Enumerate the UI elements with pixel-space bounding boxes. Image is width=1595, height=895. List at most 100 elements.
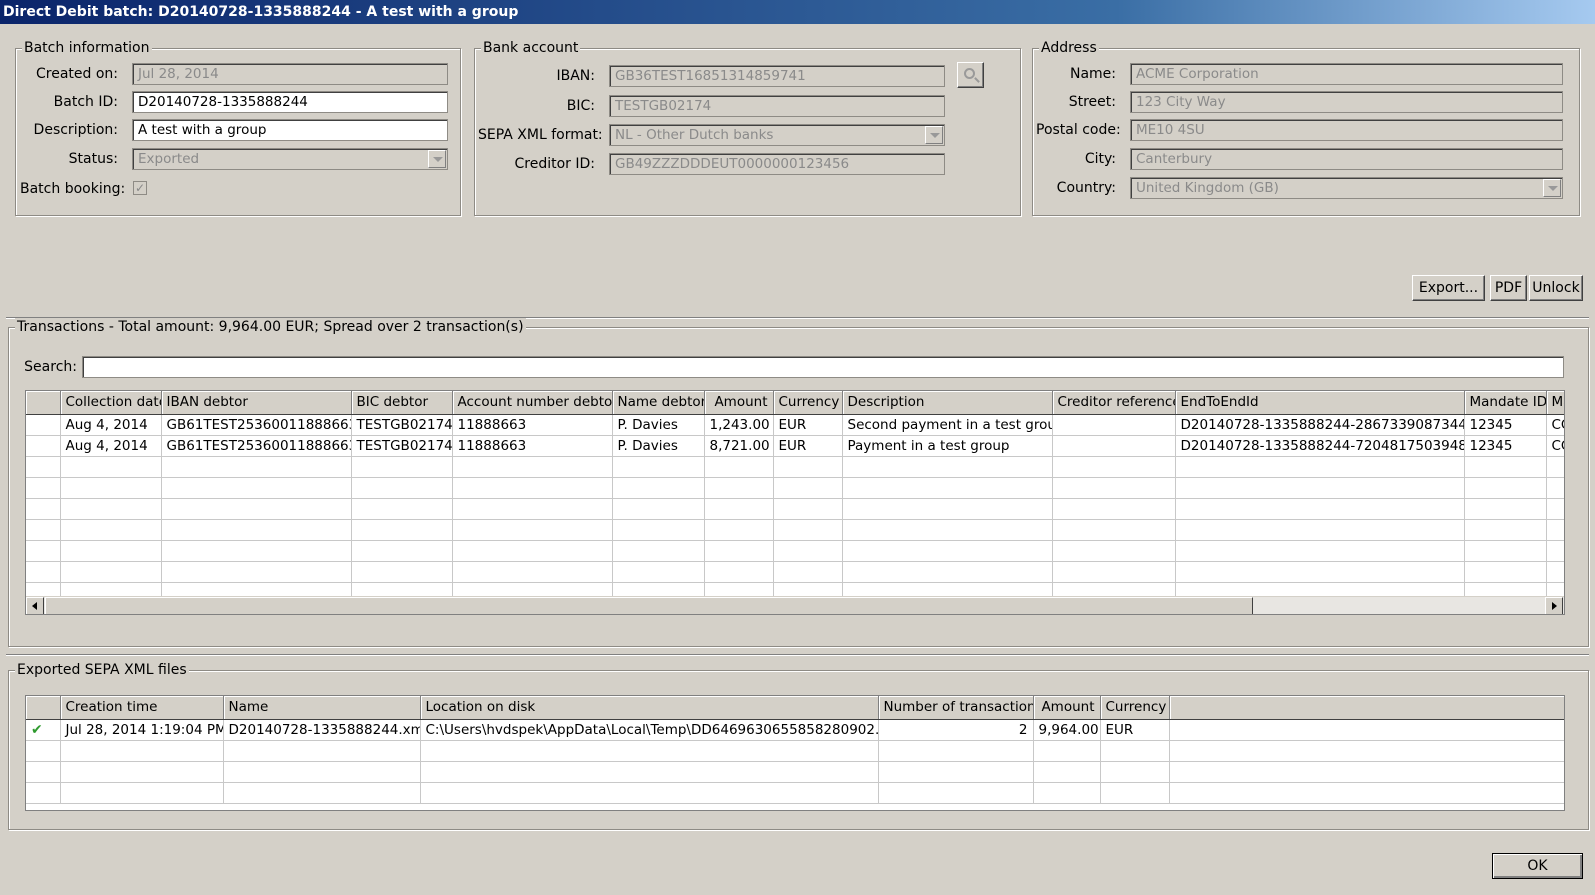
- transactions-header-row: Collection date IBAN debtor BIC debtor A…: [26, 391, 1564, 415]
- cell-name-debtor: P. Davies: [612, 435, 705, 457]
- creditor-id-field: GB49ZZZDDDEUT0000000123456: [609, 153, 945, 175]
- col-header-truncated[interactable]: Ma: [1546, 391, 1564, 415]
- empty-row: [26, 761, 1564, 783]
- name-field: ACME Corporation: [1130, 63, 1563, 85]
- exported-top-divider: [6, 654, 1589, 656]
- cell-number-of-transactions: 2: [878, 719, 1034, 741]
- cell-name: D20140728-1335888244.xml: [223, 719, 421, 741]
- cell-collection-date: Aug 4, 2014: [60, 435, 162, 457]
- unlock-button[interactable]: Unlock: [1529, 275, 1583, 301]
- iban-field: GB36TEST16851314859741: [609, 65, 945, 87]
- col-header-description[interactable]: Description: [842, 391, 1053, 415]
- status-label: Status:: [68, 151, 118, 167]
- empty-row: [26, 519, 1564, 541]
- col-header-name-debtor[interactable]: Name debtor: [612, 391, 705, 415]
- scroll-right-icon[interactable]: [1545, 597, 1563, 614]
- postal-code-field: ME10 4SU: [1130, 119, 1563, 141]
- col-header[interactable]: [26, 696, 61, 720]
- cell-end-to-end-id: D20140728-1335888244-28673390873440: [1175, 414, 1465, 436]
- scrollbar-thumb[interactable]: [45, 597, 1253, 614]
- chevron-down-icon: [1543, 179, 1561, 197]
- table-row[interactable]: Aug 4, 2014 GB61TEST25360011888663 TESTG…: [26, 435, 1564, 457]
- batch-id-field[interactable]: D20140728-1335888244: [132, 91, 448, 113]
- city-field: Canterbury: [1130, 148, 1563, 170]
- col-header-number-of-transactions[interactable]: Number of transactions: [878, 696, 1034, 720]
- table-row[interactable]: ✔ Jul 28, 2014 1:19:04 PM D20140728-1335…: [26, 719, 1564, 741]
- transactions-table: Collection date IBAN debtor BIC debtor A…: [25, 390, 1565, 615]
- description-field[interactable]: A test with a group: [132, 119, 448, 141]
- batch-booking-label: Batch booking:: [20, 181, 126, 197]
- ok-button[interactable]: OK: [1492, 853, 1583, 879]
- status-value: Exported: [138, 151, 200, 167]
- col-header-account-number[interactable]: Account number debtor: [452, 391, 613, 415]
- row-marker: [26, 435, 61, 457]
- country-value: United Kingdom (GB): [1136, 180, 1279, 196]
- empty-row: [26, 540, 1564, 562]
- cell-creditor-reference: [1052, 414, 1176, 436]
- cell-bic-debtor: TESTGB02174: [351, 435, 453, 457]
- cell-collection-date: Aug 4, 2014: [60, 414, 162, 436]
- col-header-currency[interactable]: Currency: [773, 391, 843, 415]
- creditor-id-label: Creditor ID:: [514, 156, 596, 172]
- col-header-bic-debtor[interactable]: BIC debtor: [351, 391, 453, 415]
- col-header-filler: [1169, 696, 1564, 720]
- col-header-currency[interactable]: Currency: [1100, 696, 1170, 720]
- col-header-location[interactable]: Location on disk: [420, 696, 879, 720]
- status-select: Exported: [132, 148, 448, 170]
- col-header-amount[interactable]: Amount: [704, 391, 774, 415]
- col-header-creation-time[interactable]: Creation time: [60, 696, 224, 720]
- checkmark-icon: ✔: [26, 719, 61, 741]
- iban-label: IBAN:: [556, 68, 596, 84]
- sepa-format-value: NL - Other Dutch banks: [615, 127, 774, 143]
- cell-end-to-end-id: D20140728-1335888244-72048175039483: [1175, 435, 1465, 457]
- search-icon: [964, 68, 975, 79]
- cell-name-debtor: P. Davies: [612, 414, 705, 436]
- scroll-left-icon[interactable]: [26, 597, 44, 614]
- name-label: Name:: [1069, 66, 1116, 82]
- col-header-iban-debtor[interactable]: IBAN debtor: [161, 391, 352, 415]
- cell-iban-debtor: GB61TEST25360011888663: [161, 414, 352, 436]
- cell-iban-debtor: GB61TEST25360011888663: [161, 435, 352, 457]
- col-header-end-to-end-id[interactable]: EndToEndId: [1175, 391, 1465, 415]
- horizontal-scrollbar[interactable]: [26, 596, 1564, 614]
- empty-row: [26, 477, 1564, 499]
- empty-row: [26, 456, 1564, 478]
- bic-field: TESTGB02174: [609, 95, 945, 117]
- address-legend: Address: [1039, 39, 1099, 57]
- iban-search-button[interactable]: [957, 62, 984, 88]
- cell-amount: 8,721.00: [704, 435, 774, 457]
- table-row[interactable]: Aug 4, 2014 GB61TEST25360011888663 TESTG…: [26, 414, 1564, 436]
- cell-filler: [1169, 719, 1564, 741]
- col-header[interactable]: [26, 391, 61, 415]
- bic-label: BIC:: [566, 98, 595, 114]
- sepa-format-label: SEPA XML format:: [478, 127, 603, 143]
- col-header-mandate-id[interactable]: Mandate ID: [1464, 391, 1547, 415]
- export-button[interactable]: Export...: [1412, 275, 1485, 301]
- col-header-name[interactable]: Name: [223, 696, 421, 720]
- street-label: Street:: [1068, 94, 1116, 110]
- cell-amount: 9,964.00: [1033, 719, 1101, 741]
- col-header-amount[interactable]: Amount: [1033, 696, 1101, 720]
- cell-account-number: 11888663: [452, 435, 613, 457]
- empty-row: [26, 561, 1564, 583]
- chevron-down-icon: [925, 126, 943, 144]
- sepa-format-select: NL - Other Dutch banks: [609, 124, 945, 146]
- transactions-legend: Transactions - Total amount: 9,964.00 EU…: [15, 318, 526, 336]
- cell-amount: 1,243.00: [704, 414, 774, 436]
- search-input[interactable]: [82, 356, 1564, 378]
- batch-booking-checkbox: ✓: [133, 181, 147, 195]
- pdf-button[interactable]: PDF: [1490, 275, 1527, 301]
- batch-id-label: Batch ID:: [53, 94, 118, 110]
- cell-truncated: CC: [1546, 414, 1564, 436]
- cell-mandate-id: 12345: [1464, 435, 1547, 457]
- cell-creditor-reference: [1052, 435, 1176, 457]
- search-label: Search:: [24, 359, 77, 375]
- cell-account-number: 11888663: [452, 414, 613, 436]
- chevron-down-icon: [428, 150, 446, 168]
- col-header-collection-date[interactable]: Collection date: [60, 391, 162, 415]
- col-header-creditor-reference[interactable]: Creditor reference: [1052, 391, 1176, 415]
- cell-description: Second payment in a test group: [842, 414, 1053, 436]
- country-select: United Kingdom (GB): [1130, 177, 1563, 199]
- cell-mandate-id: 12345: [1464, 414, 1547, 436]
- cell-currency: EUR: [773, 435, 843, 457]
